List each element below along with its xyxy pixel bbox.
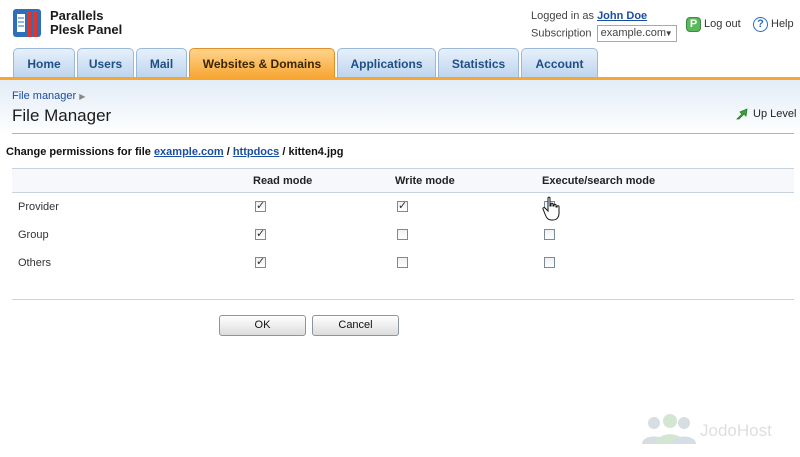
column-header-write: Write mode	[395, 168, 542, 193]
help-icon: ?	[753, 16, 768, 32]
header-divider	[12, 133, 794, 134]
permissions-title-prefix: Change permissions for file	[6, 146, 151, 158]
path-link-httpdocs[interactable]: httpdocs	[233, 146, 279, 158]
parallels-logo: Parallels Plesk Panel	[12, 6, 142, 40]
cancel-button[interactable]: Cancel	[312, 315, 399, 336]
page-title: File Manager	[12, 106, 112, 125]
user-info: Logged in as John Doe Subscription examp…	[531, 8, 677, 42]
logged-in-label: Logged in as	[531, 10, 594, 22]
row-label-group: Group	[18, 228, 49, 241]
logout-label: Log out	[704, 18, 741, 30]
permissions-heading: Change permissions for file example.com …	[6, 146, 343, 158]
tab-applications[interactable]: Applications	[337, 48, 436, 78]
column-header-read: Read mode	[253, 168, 395, 193]
column-header-execute: Execute/search mode	[542, 168, 794, 193]
ok-button[interactable]: OK	[219, 315, 306, 336]
group-execute-checkbox[interactable]	[544, 229, 555, 241]
table-header-row: Read mode Write mode Execute/search mode	[12, 168, 794, 193]
logout-icon: P	[686, 16, 701, 32]
people-icon	[642, 414, 696, 444]
provider-write-checkbox[interactable]	[397, 199, 408, 213]
help-label: Help	[771, 18, 794, 30]
tab-account[interactable]: Account	[521, 48, 598, 78]
help-link[interactable]: ? Help	[753, 16, 794, 32]
provider-read-checkbox[interactable]	[255, 199, 266, 213]
path-separator: /	[282, 146, 286, 158]
others-write-checkbox[interactable]	[397, 257, 408, 269]
watermark-text: JodoHost	[700, 421, 772, 440]
subscription-select[interactable]: example.com ▼	[596, 25, 677, 42]
up-level-link[interactable]: Up Level	[736, 108, 796, 120]
breadcrumb[interactable]: File manager ▶	[12, 90, 85, 102]
logout-link[interactable]: P Log out	[686, 16, 741, 32]
tab-users[interactable]: Users	[77, 48, 134, 78]
logo-line-1: Parallels	[50, 8, 104, 23]
file-name: kitten4.jpg	[288, 146, 344, 158]
permissions-table-body: Provider Group Others	[12, 193, 794, 277]
chevron-down-icon: ▼	[664, 29, 673, 38]
others-execute-checkbox[interactable]	[544, 257, 555, 269]
jodohost-watermark: JodoHost	[640, 414, 790, 446]
subscription-value: example.com	[600, 27, 667, 39]
page-header-band	[0, 80, 800, 135]
plesk-logo-icon	[13, 9, 41, 37]
path-link-domain[interactable]: example.com	[154, 146, 224, 158]
hand-cursor-icon	[542, 196, 560, 221]
logo-line-2: Plesk Panel	[50, 22, 123, 37]
others-read-checkbox[interactable]	[255, 255, 266, 269]
subscription-label: Subscription	[531, 27, 592, 40]
table-row: Others	[12, 249, 794, 277]
path-separator: /	[226, 146, 230, 158]
row-label-provider: Provider	[18, 200, 59, 213]
breadcrumb-file-manager[interactable]: File manager	[12, 90, 76, 102]
main-tabs: Home Users Mail Websites & Domains Appli…	[0, 48, 800, 78]
tab-mail[interactable]: Mail	[136, 48, 187, 78]
up-level-label: Up Level	[753, 108, 797, 120]
tab-websites-domains[interactable]: Websites & Domains	[189, 48, 335, 78]
logo-text: Parallels Plesk Panel	[50, 9, 122, 37]
tab-home[interactable]: Home	[13, 48, 75, 78]
table-row: Group	[12, 221, 794, 249]
group-write-checkbox[interactable]	[397, 229, 408, 241]
form-divider	[12, 299, 794, 300]
chevron-right-icon: ▶	[79, 92, 86, 101]
table-row: Provider	[12, 193, 794, 221]
row-label-others: Others	[18, 256, 52, 269]
tab-statistics[interactable]: Statistics	[438, 48, 519, 78]
user-name-link[interactable]: John Doe	[597, 10, 647, 22]
group-read-checkbox[interactable]	[255, 227, 266, 241]
column-header-entity	[12, 168, 253, 193]
up-level-arrow-icon	[736, 108, 748, 120]
permissions-table: Read mode Write mode Execute/search mode…	[12, 168, 794, 277]
